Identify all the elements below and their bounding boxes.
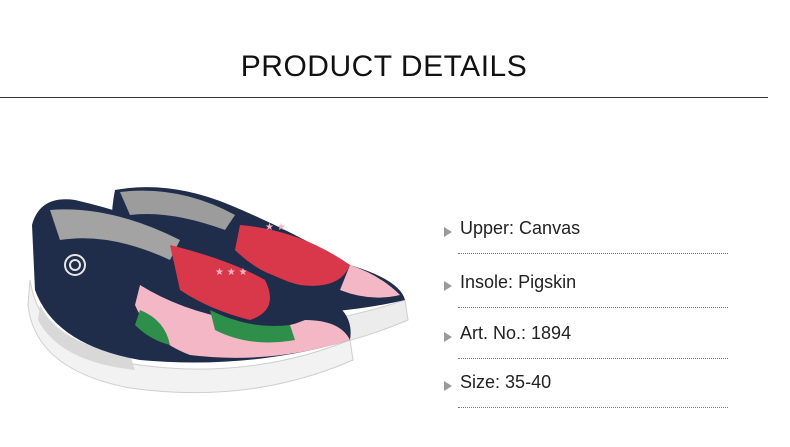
spec-label: Insole: [460,272,514,292]
spec-size: Size: 35-40 [444,372,728,408]
svg-text:★ ★ ★: ★ ★ ★ [215,267,247,278]
dotted-divider [458,253,728,254]
spec-value: Pigskin [518,272,577,292]
spec-label: Upper: [460,218,515,238]
svg-text:★ ★: ★ ★ [265,222,286,233]
spec-art-no: Art. No.: 1894 [444,323,728,359]
dotted-divider [458,307,728,308]
spec-insole: Insole: Pigskin [444,272,728,308]
shoe-icon: ★ ★ ★ ★ ★ [27,187,409,394]
product-image: ★ ★ ★ ★ ★ [20,170,420,415]
spec-label: Art. No.: [460,323,527,343]
spec-label: Size: [460,372,501,392]
bullet-arrow-icon [444,227,452,237]
title-divider [0,97,768,98]
spec-upper: Upper: Canvas [444,218,728,254]
spec-value: 35-40 [505,372,552,392]
page-title: PRODUCT DETAILS [240,50,528,83]
bullet-arrow-icon [444,381,452,391]
bullet-arrow-icon [444,332,452,342]
bullet-arrow-icon [444,281,452,291]
dotted-divider [458,407,728,408]
spec-value: 1894 [531,323,572,343]
spec-value: Canvas [519,218,581,238]
dotted-divider [458,358,728,359]
